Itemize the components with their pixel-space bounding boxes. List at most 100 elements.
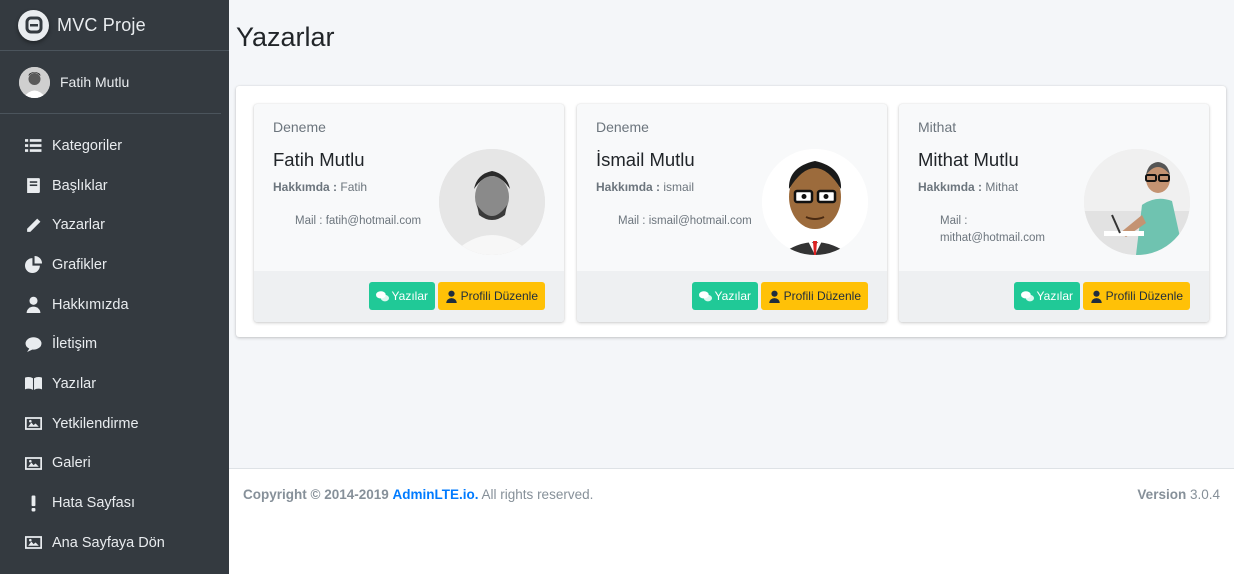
- avatar: [19, 66, 50, 98]
- mail-value: ismail@hotmail.com: [648, 215, 752, 227]
- posts-button[interactable]: Yazılar: [1013, 282, 1080, 310]
- about-label: Hakkımda :: [596, 180, 661, 194]
- sidebar-item-kategoriler[interactable]: Kategoriler: [0, 126, 229, 166]
- authors-card: Deneme Fatih Mutlu Hakkımda : Fatih Mail…: [236, 86, 1226, 337]
- sidebar-item-yazarlar[interactable]: Yazarlar: [0, 205, 229, 245]
- sidebar-item-yazilar[interactable]: Yazılar: [0, 364, 229, 404]
- copyright-text: Copyright © 2014-2019 AdminLTE.io. All r…: [243, 487, 593, 502]
- about-value: Mithat: [985, 180, 1019, 194]
- sidebar-item-label: İletişim: [52, 336, 98, 353]
- author-card: Mithat Mithat Mutlu Hakkımda : Mithat Ma…: [899, 104, 1209, 322]
- comments-icon: [1020, 290, 1034, 301]
- posts-button[interactable]: Yazılar: [368, 282, 435, 310]
- open-book-icon: [24, 375, 42, 393]
- sidebar-item-label: Hakkımızda: [52, 296, 129, 313]
- version-info: Version 3.0.4: [1137, 487, 1220, 502]
- author-mail: Mail : fatih@hotmail.com: [295, 213, 445, 230]
- author-card: Deneme İsmail Mutlu Hakkımda : ismail Ma…: [577, 104, 887, 322]
- about-value: Fatih: [340, 180, 368, 194]
- author-mail: Mail : ismail@hotmail.com: [618, 213, 768, 230]
- sidebar-item-ana-sayfaya-don[interactable]: Ana Sayfaya Dön: [0, 523, 229, 563]
- image-icon: [24, 534, 42, 552]
- sidebar-nav: Kategoriler Başlıklar Yazarlar Grafikler…: [0, 126, 229, 563]
- card-footer: Yazılar Profili Düzenle: [254, 271, 564, 322]
- brand-link[interactable]: MVC Proje: [0, 0, 229, 51]
- author-about: Hakkımda : ismail: [596, 180, 694, 194]
- card-header: Deneme: [273, 119, 326, 135]
- sidebar-item-label: Yazılar: [52, 375, 97, 392]
- sidebar-item-label: Ana Sayfaya Dön: [52, 534, 165, 551]
- author-name: Fatih Mutlu: [273, 149, 365, 170]
- edit-profile-button-label: Profili Düzenle: [783, 289, 861, 303]
- mail-label: Mail :: [940, 215, 968, 227]
- posts-button-label: Yazılar: [1036, 289, 1073, 303]
- comments-icon: [698, 290, 712, 301]
- sidebar-item-label: Başlıklar: [52, 177, 108, 194]
- brand-logo-icon: [18, 9, 49, 41]
- brand-title: MVC Proje: [57, 14, 146, 35]
- user-icon: [768, 290, 780, 303]
- pie-chart-icon: [24, 256, 42, 274]
- mail-label: Mail :: [618, 215, 646, 227]
- posts-button[interactable]: Yazılar: [691, 282, 758, 310]
- author-card: Deneme Fatih Mutlu Hakkımda : Fatih Mail…: [254, 104, 564, 322]
- card-header: Mithat: [918, 119, 957, 135]
- edit-profile-button-label: Profili Düzenle: [460, 289, 538, 303]
- card-footer: Yazılar Profili Düzenle: [899, 271, 1209, 322]
- about-label: Hakkımda :: [273, 180, 338, 194]
- author-photo: [762, 149, 868, 255]
- book-icon: [24, 177, 42, 195]
- sidebar-item-label: Yetkilendirme: [52, 415, 139, 432]
- card-header: Deneme: [596, 119, 649, 135]
- mail-value: fatih@hotmail.com: [325, 215, 422, 227]
- posts-button-label: Yazılar: [714, 289, 751, 303]
- user-icon: [445, 290, 457, 303]
- sidebar-item-galeri[interactable]: Galeri: [0, 444, 229, 484]
- sidebar-item-hata-sayfasi[interactable]: Hata Sayfası: [0, 483, 229, 523]
- sidebar-item-label: Grafikler: [52, 256, 107, 273]
- version-number: 3.0.4: [1189, 487, 1220, 502]
- posts-button-label: Yazılar: [391, 289, 428, 303]
- author-photo: [439, 149, 545, 255]
- sidebar-item-label: Galeri: [52, 455, 91, 472]
- sidebar-item-grafikler[interactable]: Grafikler: [0, 245, 229, 285]
- sidebar-item-yetkilendirme[interactable]: Yetkilendirme: [0, 404, 229, 444]
- user-icon: [24, 296, 42, 314]
- author-name: Mithat Mutlu: [918, 149, 1019, 170]
- copyright-rights: All rights reserved.: [481, 487, 594, 502]
- list-icon: [24, 137, 42, 155]
- content-wrapper: Yazarlar Deneme Fatih Mutlu Hakkımda : F…: [229, 0, 1234, 574]
- user-icon: [1090, 290, 1102, 303]
- page-title: Yazarlar: [236, 22, 335, 52]
- edit-profile-button[interactable]: Profili Düzenle: [1082, 282, 1190, 310]
- mail-label: Mail :: [295, 215, 323, 227]
- image-icon: [24, 454, 42, 472]
- sidebar-item-hakkimizda[interactable]: Hakkımızda: [0, 285, 229, 325]
- edit-profile-button[interactable]: Profili Düzenle: [437, 282, 545, 310]
- sidebar-item-label: Hata Sayfası: [52, 495, 136, 512]
- card-footer: Yazılar Profili Düzenle: [577, 271, 887, 322]
- sidebar: MVC Proje Fatih Mutlu Kategoriler Başlık…: [0, 0, 229, 574]
- sidebar-item-iletisim[interactable]: İletişim: [0, 324, 229, 364]
- author-about: Hakkımda : Fatih: [273, 180, 367, 194]
- edit-profile-button[interactable]: Profili Düzenle: [760, 282, 868, 310]
- version-label: Version: [1137, 487, 1187, 502]
- adminlte-link[interactable]: AdminLTE.io.: [393, 487, 479, 502]
- author-photo: [1084, 149, 1190, 255]
- about-label: Hakkımda :: [918, 180, 983, 194]
- comments-icon: [375, 290, 389, 301]
- user-panel[interactable]: Fatih Mutlu: [0, 51, 221, 114]
- sidebar-item-basliklar[interactable]: Başlıklar: [0, 166, 229, 206]
- comment-icon: [24, 335, 42, 353]
- copyright-prefix: Copyright © 2014-2019: [243, 487, 389, 502]
- pencil-icon: [24, 216, 42, 234]
- sidebar-item-label: Yazarlar: [52, 217, 105, 234]
- image-icon: [24, 415, 42, 433]
- author-name: İsmail Mutlu: [596, 149, 695, 170]
- author-mail: Mail : mithat@hotmail.com: [940, 213, 1065, 247]
- exclamation-icon: [24, 494, 42, 512]
- user-name: Fatih Mutlu: [60, 74, 130, 90]
- page-footer: Copyright © 2014-2019 AdminLTE.io. All r…: [229, 468, 1234, 574]
- about-value: ismail: [663, 180, 695, 194]
- edit-profile-button-label: Profili Düzenle: [1105, 289, 1183, 303]
